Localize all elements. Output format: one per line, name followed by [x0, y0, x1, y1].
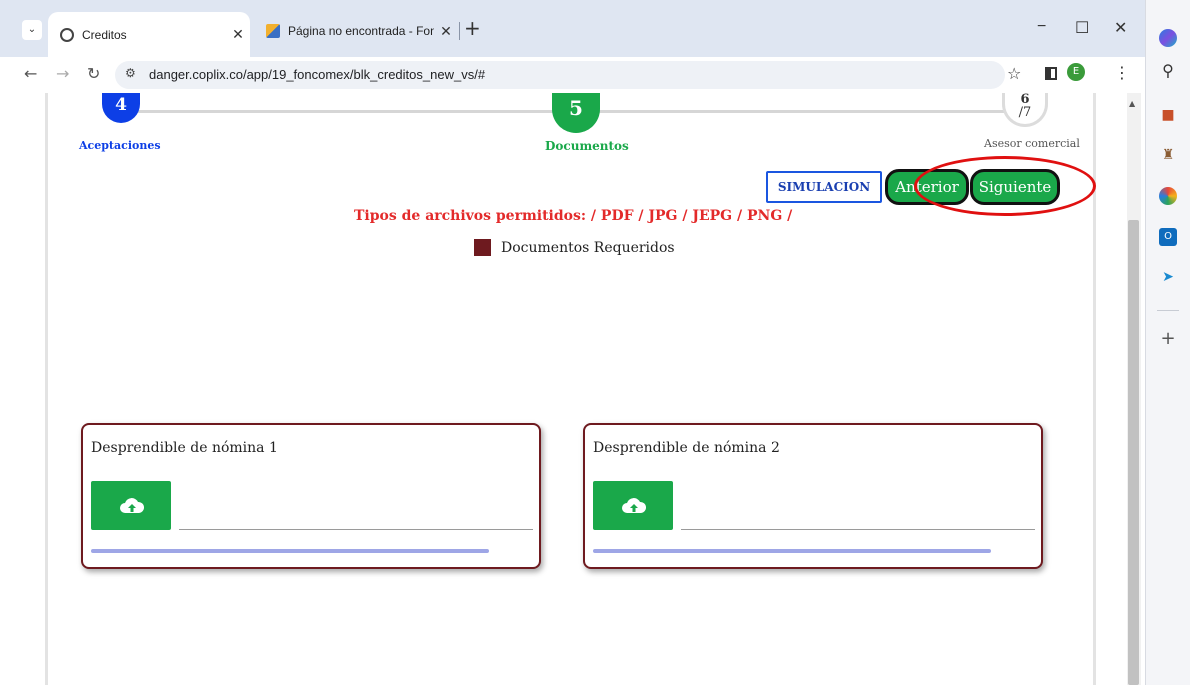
site-favicon-icon — [266, 24, 280, 38]
document-title: Desprendible de nómina 2 — [593, 440, 780, 456]
edge-sidebar: ⚲ ■ ♜ O ➤ + — [1145, 0, 1190, 685]
close-window-button[interactable]: ✕ — [1114, 18, 1127, 38]
minimize-button[interactable]: − — [1037, 18, 1046, 36]
step-6-circle[interactable]: 6 /7 — [1002, 93, 1048, 127]
back-arrow-icon[interactable]: ← — [24, 64, 37, 83]
page-content: 4 5 6 /7 Aceptaciones Documentos Asesor … — [0, 93, 1145, 685]
step-6-total: /7 — [1018, 105, 1032, 120]
browser-tab-bar: ⌄ Creditos ✕ Página no encontrada - Fonc… — [0, 0, 1145, 57]
step-5-circle[interactable]: 5 — [552, 93, 600, 133]
address-bar[interactable]: ⚙ danger.coplix.co/app/19_foncomex/blk_c… — [115, 61, 1005, 89]
step-4-circle[interactable]: 4 — [102, 93, 140, 123]
file-name-field[interactable] — [681, 529, 1035, 530]
allowed-file-types-text: Tipos de archivos permitidos: / PDF / JP… — [354, 208, 793, 224]
url-text[interactable]: danger.coplix.co/app/19_foncomex/blk_cre… — [149, 67, 485, 82]
tab-pagina-no-encontrada[interactable]: Página no encontrada - Foncom ✕ — [258, 12, 458, 50]
add-icon[interactable]: + — [1159, 330, 1177, 348]
scroll-up-arrow-icon[interactable]: ▲ — [1129, 99, 1135, 108]
upload-button[interactable] — [593, 481, 673, 530]
document-title: Desprendible de nómina 1 — [91, 440, 278, 456]
scrollbar-thumb[interactable] — [1128, 220, 1139, 685]
tab-title: Creditos — [82, 27, 127, 42]
upload-progress-bar — [91, 549, 489, 553]
office-icon[interactable] — [1159, 187, 1177, 205]
outlook-icon[interactable]: O — [1159, 228, 1177, 246]
siguiente-button[interactable]: Siguiente — [970, 169, 1060, 205]
upload-progress-bar — [593, 549, 991, 553]
document-card: Desprendible de nómina 2 — [583, 423, 1043, 569]
cloud-upload-icon — [120, 498, 145, 513]
new-tab-button[interactable]: + — [464, 18, 481, 38]
step-4-label: Aceptaciones — [79, 139, 161, 152]
step-5-label: Documentos — [545, 139, 629, 153]
sidebar-divider — [1157, 310, 1179, 311]
site-info-icon[interactable]: ⚙ — [125, 66, 136, 80]
simulacion-button[interactable]: SIMULACION — [766, 171, 882, 203]
step-6-label: Asesor comercial — [984, 137, 1080, 150]
tab-separator — [459, 22, 460, 40]
tab-search-chevron-icon[interactable]: ⌄ — [22, 20, 42, 40]
browser-toolbar: ← → ↻ ⚙ danger.coplix.co/app/19_foncomex… — [0, 57, 1145, 93]
menu-kebab-icon[interactable]: ⋮ — [1114, 63, 1130, 82]
search-icon[interactable]: ⚲ — [1159, 62, 1177, 80]
tab-title: Página no encontrada - Foncom — [288, 24, 434, 38]
forward-arrow-icon[interactable]: → — [56, 64, 69, 83]
shopping-bag-icon[interactable]: ■ — [1159, 106, 1177, 124]
required-docs-legend: Documentos Requeridos — [474, 239, 675, 256]
profile-avatar[interactable]: E — [1067, 63, 1085, 81]
copilot-icon[interactable] — [1159, 29, 1177, 47]
bookmark-star-icon[interactable]: ☆ — [1007, 64, 1021, 83]
legend-label: Documentos Requeridos — [501, 239, 675, 256]
reload-icon[interactable]: ↻ — [87, 64, 100, 83]
maximize-button[interactable]: ☐ — [1075, 18, 1089, 38]
side-panel-icon[interactable] — [1045, 67, 1057, 80]
tab-creditos[interactable]: Creditos ✕ — [48, 12, 250, 57]
cloud-upload-icon — [622, 498, 647, 513]
page-border-right — [1093, 93, 1096, 685]
drop-send-icon[interactable]: ➤ — [1159, 268, 1177, 286]
legend-swatch — [474, 239, 491, 256]
games-icon[interactable]: ♜ — [1159, 146, 1177, 164]
tab-close-icon[interactable]: ✕ — [434, 23, 458, 40]
page-border-left — [45, 93, 48, 685]
document-card: Desprendible de nómina 1 — [81, 423, 541, 569]
globe-icon — [60, 27, 74, 42]
tab-close-icon[interactable]: ✕ — [226, 26, 250, 43]
file-name-field[interactable] — [179, 529, 533, 530]
anterior-button[interactable]: Anterior — [885, 169, 969, 205]
upload-button[interactable] — [91, 481, 171, 530]
